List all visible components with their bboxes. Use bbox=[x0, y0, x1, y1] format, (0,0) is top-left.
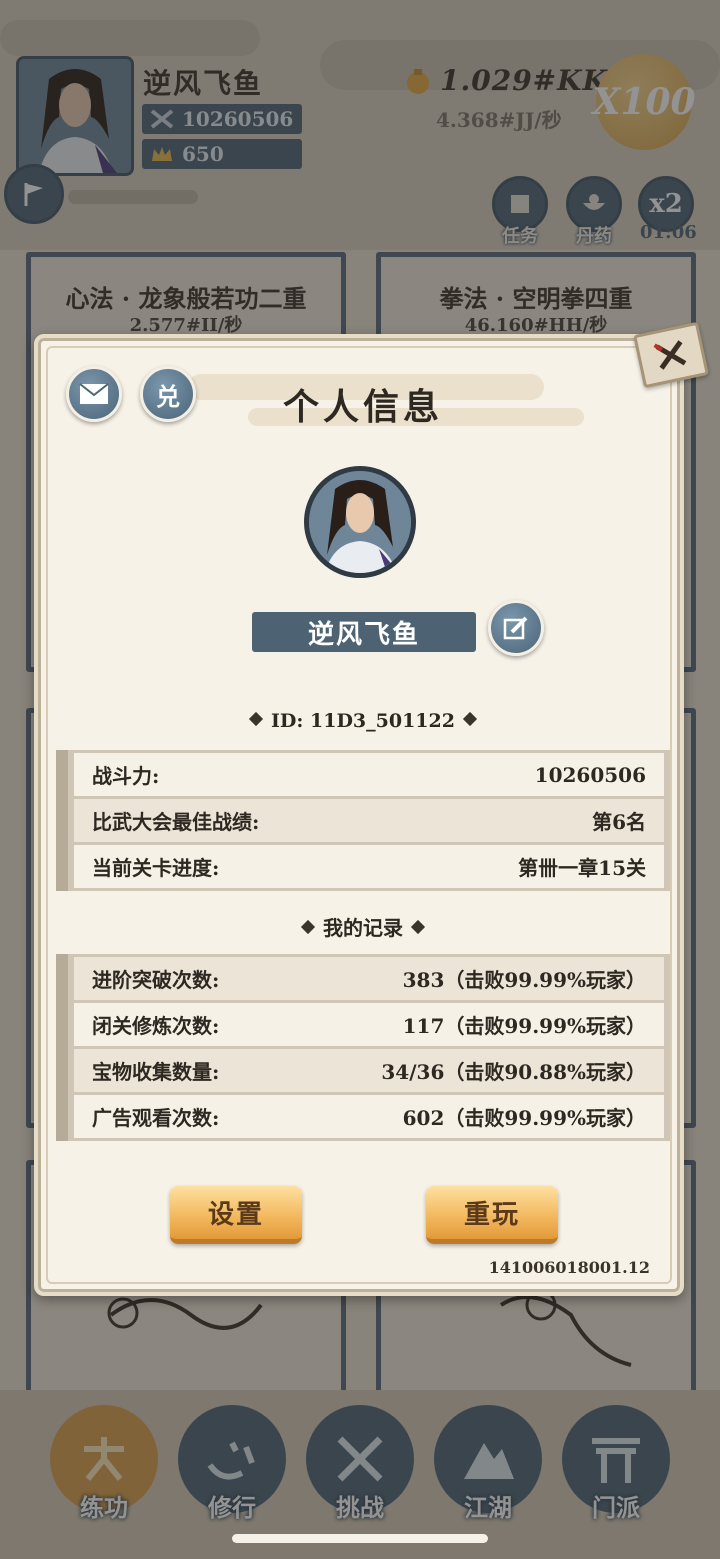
row-value: 34/36（击败90.88%玩家） bbox=[381, 1060, 646, 1084]
mail-icon bbox=[79, 383, 109, 404]
info-row: 战斗力: 10260506 bbox=[74, 753, 664, 796]
diamond-icon bbox=[462, 711, 478, 727]
dialog-title: 个人信息 bbox=[282, 386, 443, 428]
edit-name-button[interactable] bbox=[488, 600, 544, 656]
info-row: 当前关卡进度: 第卌一章15关 bbox=[74, 845, 664, 888]
row-label: 广告观看次数: bbox=[92, 1106, 220, 1130]
row-label: 比武大会最佳战绩: bbox=[92, 810, 260, 834]
settings-button[interactable]: 设置 bbox=[170, 1186, 302, 1244]
record-row: 广告观看次数: 602（击败99.99%玩家） bbox=[74, 1095, 664, 1138]
player-name-plate: 逆风飞鱼 bbox=[252, 612, 476, 652]
row-label: 宝物收集数量: bbox=[92, 1060, 220, 1084]
replay-button[interactable]: 重玩 bbox=[426, 1186, 558, 1244]
info-table: 战斗力: 10260506 比武大会最佳战绩: 第6名 当前关卡进度: 第卌一章… bbox=[56, 750, 670, 891]
row-value: 10260506 bbox=[534, 762, 646, 787]
record-row: 闭关修炼次数: 117（击败99.99%玩家） bbox=[74, 1003, 664, 1046]
version-text: 141006018001.12 bbox=[488, 1258, 650, 1277]
player-id: ID: 11D3_501122 bbox=[271, 710, 455, 732]
row-value: 602（击败99.99%玩家） bbox=[402, 1106, 646, 1130]
redeem-button[interactable]: 兑 bbox=[140, 366, 196, 422]
row-value: 第6名 bbox=[592, 810, 646, 834]
home-indicator[interactable] bbox=[232, 1534, 488, 1543]
info-row: 比武大会最佳战绩: 第6名 bbox=[74, 799, 664, 842]
close-icon bbox=[653, 340, 687, 370]
player-id-line: ID: 11D3_501122 bbox=[38, 710, 688, 732]
row-label: 当前关卡进度: bbox=[92, 856, 220, 880]
row-value: 383（击败99.99%玩家） bbox=[402, 968, 646, 992]
records-table: 进阶突破次数: 383（击败99.99%玩家） 闭关修炼次数: 117（击败99… bbox=[56, 954, 670, 1141]
mail-button[interactable] bbox=[66, 366, 122, 422]
avatar[interactable] bbox=[304, 466, 416, 578]
records-section-title: 我的记录 bbox=[38, 912, 688, 941]
row-label: 闭关修炼次数: bbox=[92, 1014, 220, 1038]
edit-icon bbox=[503, 616, 528, 640]
row-label: 进阶突破次数: bbox=[92, 968, 220, 992]
diamond-icon bbox=[300, 919, 316, 935]
record-row: 进阶突破次数: 383（击败99.99%玩家） bbox=[74, 957, 664, 1000]
diamond-icon bbox=[410, 919, 426, 935]
diamond-icon bbox=[248, 711, 264, 727]
row-label: 战斗力: bbox=[92, 764, 160, 788]
profile-dialog: 个人信息 兑 逆风飞鱼 ID: 11D3_501122 战斗力: 1026050… bbox=[34, 321, 709, 1296]
record-row: 宝物收集数量: 34/36（击败90.88%玩家） bbox=[74, 1049, 664, 1092]
row-value: 117（击败99.99%玩家） bbox=[402, 1014, 646, 1038]
row-value: 第卌一章15关 bbox=[518, 856, 646, 880]
records-title: 我的记录 bbox=[323, 916, 403, 940]
